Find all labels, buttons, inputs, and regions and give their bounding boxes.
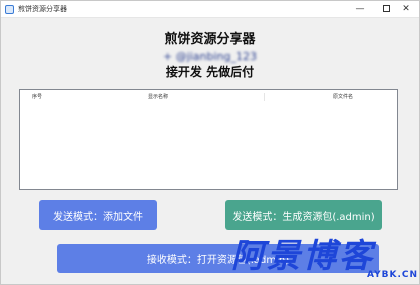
header: 煎饼资源分享器 + @jianbing_123 接开发 先做后付 (1, 31, 419, 80)
maximize-icon (382, 5, 390, 12)
app-window: 煎饼资源分享器 — ✕ 煎饼资源分享器 + @jianbing_123 接开发 … (0, 0, 420, 285)
app-heading: 煎饼资源分享器 (164, 32, 256, 47)
column-header-index[interactable]: 序号 (32, 93, 42, 101)
window-title: 煎饼资源分享器 (18, 5, 67, 13)
contact-handle: + @jianbing_123 (162, 50, 258, 63)
watermark-logo: 阿景博客 AYBK.CN (231, 237, 417, 283)
send-generate-pack-button[interactable]: 发送模式：生成资源包(.admin) (225, 200, 382, 230)
slogan: 接开发 先做后付 (165, 65, 255, 79)
watermark-text: 阿景博客 (231, 236, 375, 275)
title-bar: 煎饼资源分享器 — ✕ (1, 1, 419, 18)
column-separator (264, 93, 265, 101)
file-list[interactable]: 序号 显示名称 原文件名 (19, 89, 398, 190)
watermark-domain: AYBK.CN (367, 270, 419, 280)
send-add-file-button[interactable]: 发送模式：添加文件 (39, 200, 157, 230)
column-header-original-name[interactable]: 原文件名 (333, 93, 353, 101)
column-header-display-name[interactable]: 显示名称 (148, 93, 168, 101)
app-icon (5, 5, 14, 14)
close-button[interactable]: ✕ (393, 1, 419, 18)
minimize-button[interactable]: — (347, 1, 373, 18)
